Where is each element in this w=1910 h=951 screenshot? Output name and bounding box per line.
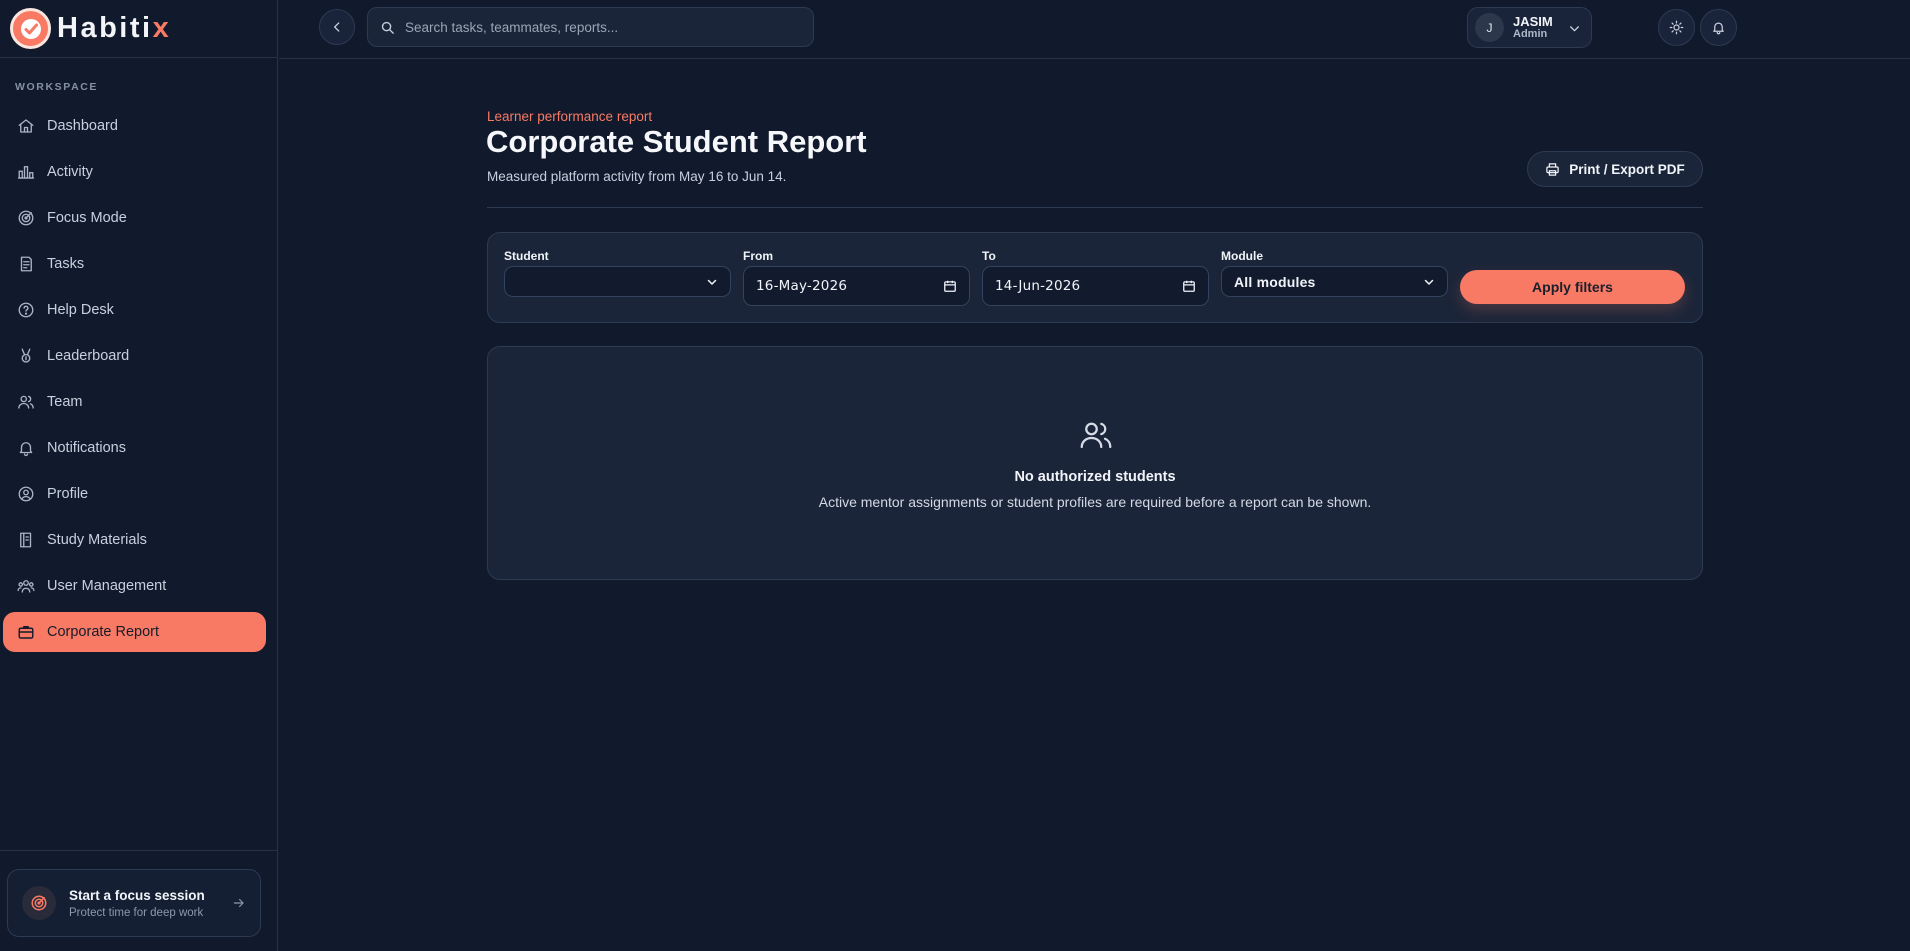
briefcase-icon <box>17 623 35 641</box>
search-bar <box>367 7 814 47</box>
to-date-input[interactable]: 14-Jun-2026 <box>982 266 1209 306</box>
export-label: Print / Export PDF <box>1569 161 1685 177</box>
to-filter: To 14-Jun-2026 <box>982 249 1209 306</box>
user-group-icon <box>17 577 35 595</box>
sidebar-item-label: Focus Mode <box>47 210 127 226</box>
user-circle-icon <box>17 485 35 503</box>
collapse-sidebar-button[interactable] <box>319 9 355 45</box>
sidebar-item-label: Help Desk <box>47 302 114 318</box>
sidebar-item-label: Team <box>47 394 83 410</box>
calendar-icon <box>1182 279 1196 293</box>
start-focus-session-card[interactable]: Start a focus session Protect time for d… <box>7 869 261 937</box>
module-filter: Module All modules <box>1221 249 1448 297</box>
brand[interactable]: Habitix <box>0 0 277 58</box>
target-icon <box>17 209 35 227</box>
theme-toggle-button[interactable] <box>1658 9 1695 46</box>
module-value: All modules <box>1234 273 1316 290</box>
focus-card-subtitle: Protect time for deep work <box>69 906 204 919</box>
sidebar-footer: Start a focus session Protect time for d… <box>0 850 278 951</box>
bell-icon <box>1711 20 1726 35</box>
user-name: JASIM <box>1513 13 1553 29</box>
brand-name: Habitix <box>57 12 172 44</box>
sidebar-item-help-desk[interactable]: Help Desk <box>3 290 266 330</box>
sidebar-item-label: Study Materials <box>47 532 147 548</box>
page-eyebrow: Learner performance report <box>487 109 653 124</box>
search-icon <box>380 20 395 35</box>
empty-state-card: No authorized students Active mentor ass… <box>487 346 1703 580</box>
workspace-section-label: WORKSPACE <box>15 81 99 93</box>
sidebar-item-profile[interactable]: Profile <box>3 474 266 514</box>
notifications-button[interactable] <box>1700 9 1737 46</box>
sun-icon <box>1669 20 1684 35</box>
avatar: J <box>1475 13 1504 42</box>
chevron-left-icon <box>330 20 344 34</box>
filters-panel: Student From 16-May-2026 To 14-Jun-2026 <box>487 232 1703 323</box>
empty-state-message: Active mentor assignments or student pro… <box>818 494 1372 510</box>
header-divider <box>487 207 1703 208</box>
sidebar-item-focus-mode[interactable]: Focus Mode <box>3 198 266 238</box>
student-filter: Student <box>504 249 731 297</box>
sidebar-item-tasks[interactable]: Tasks <box>3 244 266 284</box>
user-menu[interactable]: J JASIM Admin <box>1467 7 1592 48</box>
sidebar-item-team[interactable]: Team <box>3 382 266 422</box>
book-icon <box>17 531 35 549</box>
apply-filters-button[interactable]: Apply filters <box>1460 270 1685 304</box>
users-icon <box>17 393 35 411</box>
clipboard-icon <box>17 255 35 273</box>
page-title: Corporate Student Report <box>486 124 867 159</box>
sidebar-item-label: Activity <box>47 164 93 180</box>
logo-icon <box>10 8 51 49</box>
focus-card-title: Start a focus session <box>69 887 205 903</box>
chevron-down-icon <box>1423 276 1435 288</box>
from-date-input[interactable]: 16-May-2026 <box>743 266 970 306</box>
bell-icon <box>17 439 35 457</box>
search-input[interactable] <box>405 19 805 35</box>
module-select[interactable]: All modules <box>1221 266 1448 297</box>
sidebar-item-label: User Management <box>47 578 167 594</box>
chevron-down-icon <box>1568 22 1581 35</box>
sidebar-item-label: Leaderboard <box>47 348 130 364</box>
sidebar-item-corporate-report[interactable]: Corporate Report <box>3 612 266 652</box>
from-date-value: 16-May-2026 <box>756 278 848 294</box>
home-icon <box>17 117 35 135</box>
sidebar-nav: Dashboard Activity Focus Mode Tasks Help… <box>3 106 266 658</box>
sidebar-item-label: Dashboard <box>47 118 118 134</box>
print-export-pdf-button[interactable]: Print / Export PDF <box>1527 151 1703 187</box>
from-filter: From 16-May-2026 <box>743 249 970 306</box>
chevron-down-icon <box>706 276 718 288</box>
sidebar-item-notifications[interactable]: Notifications <box>3 428 266 468</box>
from-label: From <box>743 249 773 263</box>
sidebar-item-label: Corporate Report <box>47 624 160 640</box>
sidebar-item-dashboard[interactable]: Dashboard <box>3 106 266 146</box>
to-label: To <box>982 249 996 263</box>
empty-state-title: No authorized students <box>1014 469 1176 485</box>
topbar: J JASIM Admin <box>279 0 1910 59</box>
student-label: Student <box>504 249 549 263</box>
sidebar-item-activity[interactable]: Activity <box>3 152 266 192</box>
sidebar-item-label: Notifications <box>47 440 126 456</box>
help-circle-icon <box>17 301 35 319</box>
student-select[interactable] <box>504 266 731 297</box>
user-role: Admin <box>1513 27 1548 40</box>
page-subtitle: Measured platform activity from May 16 t… <box>487 169 787 184</box>
arrow-right-icon <box>232 896 246 910</box>
sidebar-item-study-materials[interactable]: Study Materials <box>3 520 266 560</box>
sidebar-item-leaderboard[interactable]: Leaderboard <box>3 336 266 376</box>
module-label: Module <box>1221 249 1263 263</box>
sidebar: Habitix WORKSPACE Dashboard Activity Foc… <box>0 0 278 951</box>
sidebar-item-label: Tasks <box>47 256 85 272</box>
focus-target-icon <box>22 886 56 920</box>
printer-icon <box>1545 162 1560 177</box>
users-icon <box>1078 416 1114 454</box>
sidebar-item-label: Profile <box>47 486 89 502</box>
sidebar-item-user-management[interactable]: User Management <box>3 566 266 606</box>
bar-chart-icon <box>17 163 35 181</box>
calendar-icon <box>943 279 957 293</box>
medal-icon <box>17 347 35 365</box>
to-date-value: 14-Jun-2026 <box>995 278 1081 294</box>
